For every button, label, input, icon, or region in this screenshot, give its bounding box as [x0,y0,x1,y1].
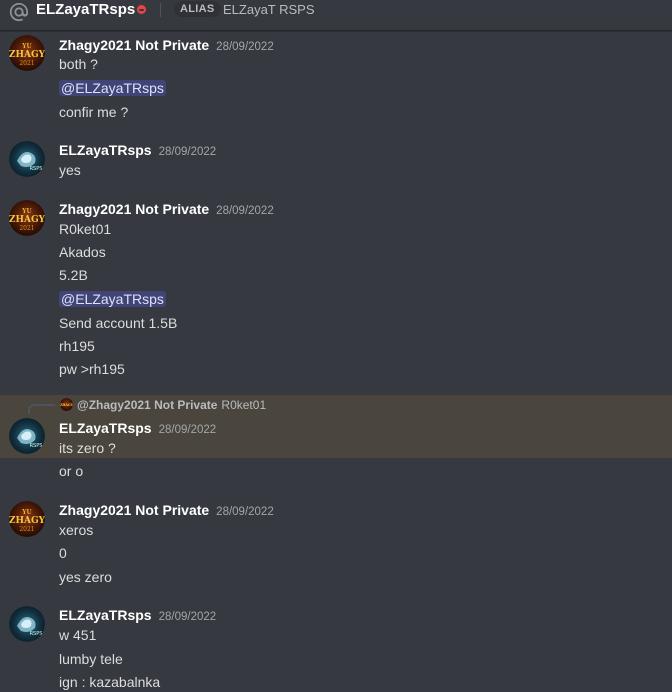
message-line: confir me ? [59,104,129,120]
svg-text:ZHAGY: ZHAGY [9,516,45,526]
svg-text:2021: 2021 [19,225,34,232]
avatar[interactable]: RSPS [9,606,45,642]
message-timestamp: 28/09/2022 [216,506,274,518]
avatar[interactable]: YU ZHAGY 2021 [9,35,45,71]
message-line: @ELZayaTRsps [59,79,166,97]
message-author[interactable]: Zhagy2021 Not Private 28/09/2022 [59,200,274,220]
alias-label: ALIAS [174,1,221,17]
message-line: rh195 [59,338,95,354]
dm-header: ELZayaTRsps ALIAS ELZayaT RSPS [0,0,672,31]
message-line: or o [59,463,84,479]
svg-text:ZHAGY: ZHAGY [60,403,73,407]
message-timestamp: 28/09/2022 [216,205,274,217]
author-name[interactable]: ELZayaTRsps [59,420,152,436]
reply-reference[interactable]: @Zhagy2021 Not Private R0ket01 [77,397,266,413]
header-divider [160,3,161,17]
author-name[interactable]: ELZayaTRsps [59,607,152,623]
message-line: yes zero [59,569,112,585]
message-author[interactable]: Zhagy2021 Not Private 28/09/2022 [59,501,274,521]
alias-value: ELZayaT RSPS [223,2,315,17]
message-line: pw >rh195 [59,361,125,377]
message-line: yes [59,162,81,178]
zhagy-avatar-icon: ZHAGY [60,398,73,411]
svg-text:RSPS: RSPS [30,631,43,637]
author-name[interactable]: ELZayaTRsps [59,142,152,158]
avatar[interactable]: RSPS [9,141,45,177]
message-line: lumby tele [59,651,123,667]
reply-avatar: ZHAGY [60,398,73,411]
svg-text:YU: YU [21,208,32,215]
message-line: R0ket01 [59,221,112,237]
reply-author[interactable]: @Zhagy2021 Not Private [77,398,217,412]
author-name[interactable]: Zhagy2021 Not Private [59,37,209,53]
avatar[interactable]: YU ZHAGY 2021 [9,501,45,537]
svg-text:2021: 2021 [19,526,34,533]
message-line: 0 [59,545,67,561]
avatar[interactable]: RSPS [9,418,45,454]
reply-spine [28,404,55,414]
message-line: w 451 [59,627,97,643]
message-line: @ELZayaTRsps [59,290,166,308]
zhagy-avatar-icon: YU ZHAGY 2021 [9,35,45,71]
author-name[interactable]: Zhagy2021 Not Private [59,502,209,518]
message-line: Akados [59,244,106,260]
elzaya-avatar-icon: RSPS [9,418,45,454]
dnd-status-icon [137,5,146,14]
message-line: both ? [59,56,98,72]
reply-excerpt[interactable]: R0ket01 [221,398,266,412]
message-line: Send account 1.5B [59,315,178,331]
message-author[interactable]: ELZayaTRsps 28/09/2022 [59,606,216,626]
elzaya-avatar-icon: RSPS [9,606,45,642]
message-line: its zero ? [59,440,116,456]
message-line: xeros [59,522,94,538]
header-username[interactable]: ELZayaTRsps [36,1,135,19]
message-line: 5.2B [59,267,88,283]
elzaya-avatar-icon: RSPS [9,141,45,177]
avatar[interactable]: YU ZHAGY 2021 [9,200,45,236]
svg-text:YU: YU [21,43,32,50]
svg-text:ZHAGY: ZHAGY [9,215,45,225]
user-mention[interactable]: @ELZayaTRsps [59,291,166,307]
at-sign-icon [9,2,29,22]
svg-text:ZHAGY: ZHAGY [9,50,45,60]
message-timestamp: 28/09/2022 [158,611,217,623]
svg-text:YU: YU [21,509,32,516]
author-name[interactable]: Zhagy2021 Not Private [59,201,209,217]
zhagy-avatar-icon: YU ZHAGY 2021 [9,501,45,537]
message-author[interactable]: ELZayaTRsps 28/09/2022 [59,141,216,161]
message-line: ign : kazabalnka [59,674,161,690]
message-author[interactable]: Zhagy2021 Not Private 28/09/2022 [59,36,274,56]
user-mention[interactable]: @ELZayaTRsps [59,80,166,96]
svg-text:RSPS: RSPS [30,166,43,172]
svg-text:2021: 2021 [19,60,34,67]
message-timestamp: 28/09/2022 [158,424,217,436]
zhagy-avatar-icon: YU ZHAGY 2021 [9,200,45,236]
message-timestamp: 28/09/2022 [216,41,274,53]
message-author[interactable]: ELZayaTRsps 28/09/2022 [59,419,216,439]
message-timestamp: 28/09/2022 [158,146,217,158]
